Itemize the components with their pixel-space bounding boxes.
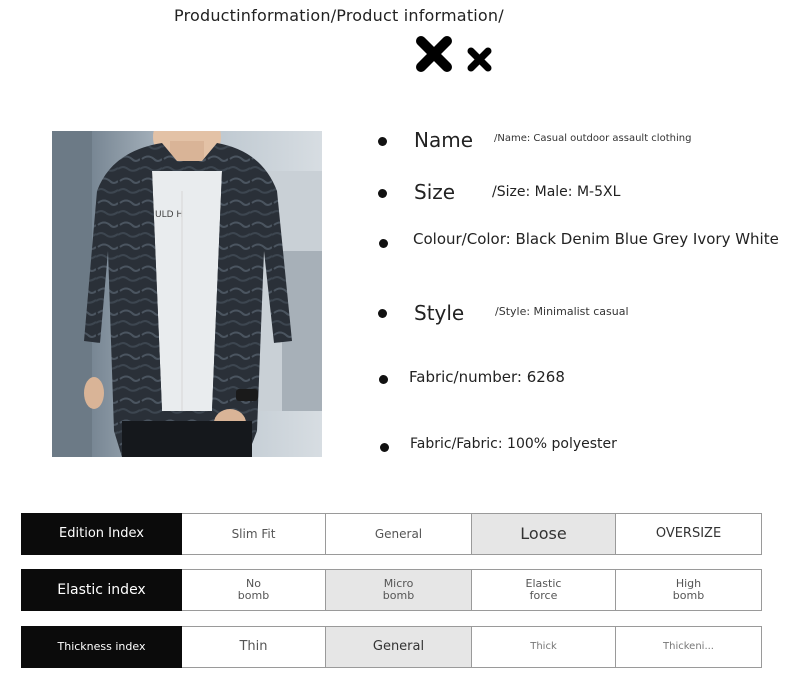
thickness-option-thin: Thin: [181, 626, 326, 668]
elastic-option-no-bomb: No bomb: [181, 569, 326, 611]
name-label: Name: [414, 128, 474, 152]
bullet-style: [378, 309, 387, 318]
thickness-index-table: Thickness index Thin General Thick Thick…: [21, 626, 762, 668]
fabric-number-text: Fabric/number: 6268: [409, 368, 565, 386]
thickness-index-label: Thickness index: [21, 626, 182, 668]
edition-index-label: Edition Index: [21, 513, 182, 555]
name-value: /Name: Casual outdoor assault clothing: [494, 133, 692, 144]
edition-option-slim-fit: Slim Fit: [181, 513, 326, 555]
edition-index-table: Edition Index Slim Fit General Loose OVE…: [21, 513, 762, 555]
elastic-option-high-bomb: High bomb: [615, 569, 762, 611]
large-x-icon: [416, 36, 452, 72]
edition-option-general: General: [325, 513, 472, 555]
option-line: bomb: [672, 589, 705, 602]
size-label: Size: [414, 180, 456, 204]
bullet-color: [379, 239, 388, 248]
bullet-fabric: [380, 443, 389, 452]
thickness-option-general: General: [325, 626, 472, 668]
color-text: Colour/Color: Black Denim Blue Grey Ivor…: [413, 230, 779, 248]
bullet-name: [378, 137, 387, 146]
bullet-fabric-number: [379, 375, 388, 384]
elastic-option-micro-bomb: Micro bomb: [325, 569, 472, 611]
style-label: Style: [414, 301, 465, 325]
page-title: Productinformation/Product information/: [174, 6, 504, 25]
fabric-text: Fabric/Fabric: 100% polyester: [410, 436, 617, 452]
edition-option-loose: Loose: [471, 513, 616, 555]
elastic-option-elastic-force: Elastic force: [471, 569, 616, 611]
option-line: bomb: [237, 589, 270, 602]
elastic-index-table: Elastic index No bomb Micro bomb Elastic…: [21, 569, 762, 611]
table-row: Edition Index Slim Fit General Loose OVE…: [21, 513, 762, 555]
elastic-index-label: Elastic index: [21, 569, 182, 611]
option-line: force: [529, 589, 558, 602]
thickness-option-thick: Thick: [471, 626, 616, 668]
table-row: Elastic index No bomb Micro bomb Elastic…: [21, 569, 762, 611]
svg-text:ULD H: ULD H: [155, 210, 183, 220]
small-x-icon: [467, 47, 492, 72]
option-line: bomb: [382, 589, 415, 602]
table-row: Thickness index Thin General Thick Thick…: [21, 626, 762, 668]
thickness-option-thickened: Thickeni...: [615, 626, 762, 668]
product-photo: ULD H: [52, 131, 322, 457]
edition-option-oversize: OVERSIZE: [615, 513, 762, 555]
style-value: /Style: Minimalist casual: [495, 305, 629, 318]
bullet-size: [378, 189, 387, 198]
size-value: /Size: Male: M-5XL: [492, 184, 621, 200]
